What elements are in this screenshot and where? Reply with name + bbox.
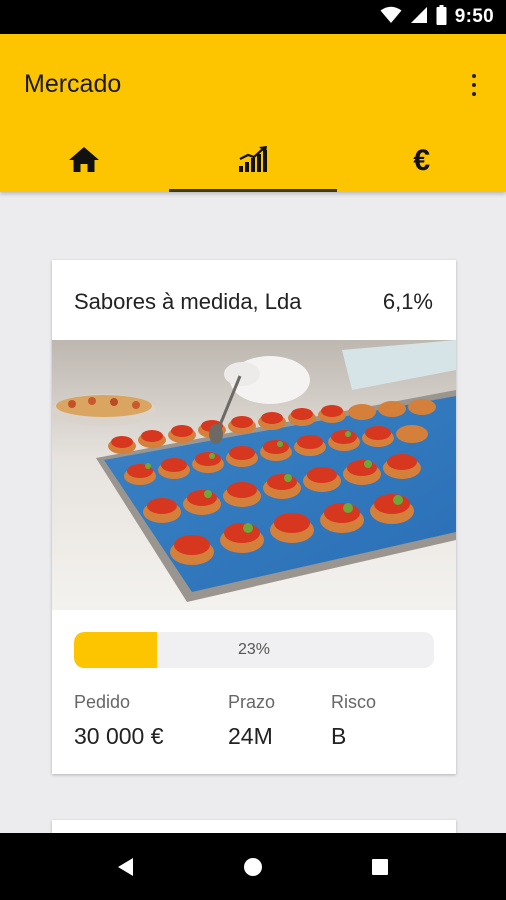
battery-icon (436, 4, 447, 30)
euro-icon: € (413, 144, 431, 177)
navigation-bar (0, 833, 506, 900)
loan-card[interactable] (52, 820, 456, 833)
stat-requested: Pedido 30 000 € (74, 692, 164, 750)
tab-home[interactable] (0, 130, 169, 192)
stat-value: 24M (228, 723, 273, 749)
progress-label: 23% (237, 641, 271, 658)
tab-euro[interactable]: € (337, 130, 506, 192)
company-name: Sabores à medida, Lda (74, 289, 302, 314)
tab-bar: € (0, 130, 506, 192)
home-icon (68, 145, 100, 178)
market-list[interactable]: Sabores à medida, Lda 6,1% 23% Pedido 30… (0, 192, 506, 833)
recents-square-icon[interactable] (350, 833, 410, 900)
stat-value: 30 000 € (74, 723, 164, 749)
stat-label: Risco (331, 692, 377, 712)
app-bar: Mercado € (0, 34, 506, 192)
stat-term: Prazo 24M (228, 692, 275, 750)
stat-label: Pedido (74, 692, 131, 712)
more-vert-icon[interactable] (462, 72, 486, 98)
status-bar: 9:50 (0, 0, 506, 34)
chart-bars-icon (237, 145, 269, 178)
card-header: Sabores à medida, Lda 6,1% (52, 260, 456, 340)
stat-risk: Risco B (331, 692, 376, 750)
loan-card[interactable]: Sabores à medida, Lda 6,1% 23% Pedido 30… (52, 260, 456, 774)
cell-signal-icon (410, 6, 428, 29)
app-title: Mercado (24, 70, 122, 98)
stat-value: B (331, 723, 347, 749)
status-time: 9:50 (454, 6, 494, 27)
food-platter-photo (52, 340, 456, 610)
stat-label: Prazo (228, 692, 276, 712)
back-icon[interactable] (96, 833, 156, 900)
funding-progress-bar: 23% (74, 632, 434, 668)
tab-market[interactable] (168, 130, 338, 192)
status-icons: 9:50 (380, 0, 494, 34)
wifi-icon (380, 6, 402, 29)
home-circle-icon[interactable] (223, 833, 283, 900)
interest-rate: 6,1% (382, 289, 433, 314)
